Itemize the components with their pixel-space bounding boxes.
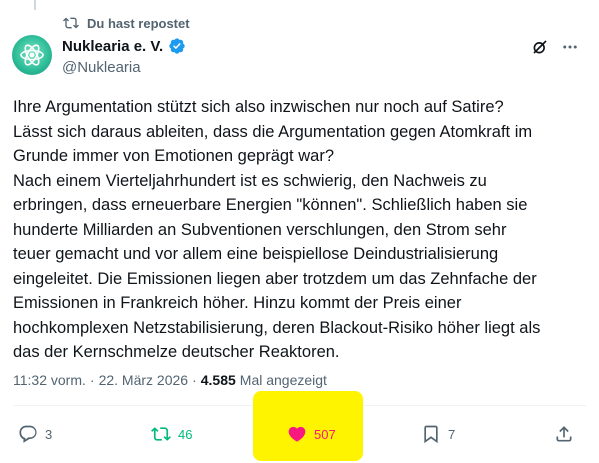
grok-icon[interactable]: [531, 38, 549, 56]
like-count: 507: [314, 426, 336, 442]
reply-icon: [19, 425, 37, 443]
author-block: Nuklearia e. V. @Nuklearia: [62, 37, 186, 76]
thread-line: [34, 0, 36, 10]
meta-separator: ·: [89, 372, 95, 388]
repost-icon: [63, 15, 79, 31]
meta-separator: ·: [192, 372, 197, 388]
bookmark-icon: [424, 425, 438, 444]
bookmark-button[interactable]: 7: [421, 424, 455, 444]
avatar[interactable]: [12, 35, 52, 75]
top-actions: [531, 38, 579, 56]
post-meta: 11:32 vorm. · 22. März 2026 · 4.585 Mal …: [13, 372, 327, 388]
reply-count: 3: [45, 426, 53, 442]
more-options-icon[interactable]: [561, 38, 579, 56]
author-name[interactable]: Nuklearia e. V.: [62, 38, 163, 55]
author-handle[interactable]: @Nuklearia: [62, 59, 186, 76]
share-icon: [556, 426, 572, 442]
action-bar: 3 46 507 7: [0, 418, 599, 450]
repost-label: Du hast repostet: [87, 15, 190, 31]
share-button[interactable]: [554, 424, 574, 444]
post-date[interactable]: 22. März 2026: [99, 372, 189, 388]
repost-indicator: Du hast repostet: [63, 15, 190, 31]
view-count: 4.585: [200, 372, 236, 388]
atom-logo-icon: [20, 44, 44, 66]
post-text: Ihre Argumentation stützt sich also inzw…: [13, 98, 541, 361]
post-time[interactable]: 11:32 vorm.: [13, 372, 86, 388]
reply-button[interactable]: 3: [18, 424, 52, 444]
heart-icon: [288, 426, 306, 442]
bookmark-count: 7: [448, 426, 456, 442]
repost-icon: [151, 427, 171, 441]
views-label: Mal angezeigt: [239, 372, 327, 388]
repost-button[interactable]: 46: [151, 424, 192, 444]
like-button[interactable]: 507: [287, 424, 336, 444]
repost-count: 46: [178, 426, 193, 442]
verified-badge-icon[interactable]: [168, 37, 186, 55]
